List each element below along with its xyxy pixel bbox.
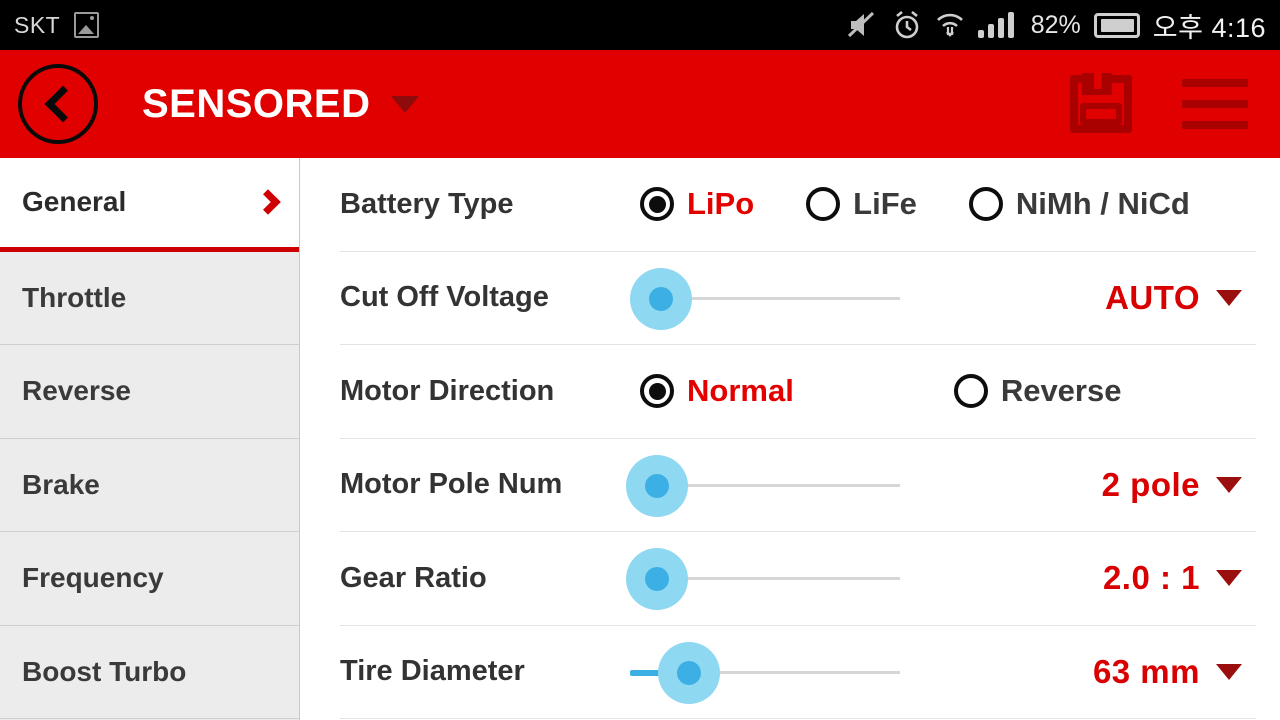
wifi-icon: [935, 11, 965, 39]
gear-ratio-value[interactable]: 2.0 : 1: [1103, 559, 1256, 597]
app-bar-actions: [1070, 73, 1262, 133]
slider-thumb[interactable]: [677, 660, 701, 685]
motor-pole-num-value[interactable]: 2 pole: [1102, 466, 1256, 504]
status-bar-left: SKT: [14, 11, 100, 39]
tire-diameter-value[interactable]: 63 mm: [1093, 653, 1256, 691]
cellular-signal-icon: [977, 11, 1018, 39]
radio-option-normal[interactable]: Normal: [640, 373, 794, 409]
menu-line-1: [1182, 79, 1248, 87]
chevron-down-icon[interactable]: [1216, 663, 1242, 680]
battery-percent-label: 82%: [1030, 10, 1081, 39]
setting-row-tire-diameter: Tire Diameter 63 mm: [340, 626, 1256, 719]
back-arrow-icon[interactable]: [18, 64, 98, 144]
radio-option-nimh-nicd[interactable]: NiMh / NiCd: [968, 186, 1190, 222]
value-label: 63 mm: [1092, 652, 1200, 690]
sidebar-item-label: Boost Turbo: [22, 655, 187, 687]
sidebar-item-label: Reverse: [22, 375, 131, 407]
setting-label: Motor Direction: [340, 374, 555, 407]
save-icon-label: [1080, 103, 1122, 125]
menu-line-2: [1182, 100, 1248, 108]
hamburger-menu-icon[interactable]: [1182, 79, 1248, 129]
slider-track: [660, 483, 900, 487]
chevron-down-icon[interactable]: [1216, 289, 1242, 306]
mute-icon: [847, 11, 879, 39]
chevron-down-icon[interactable]: [1216, 476, 1242, 493]
sidebar-item-label: Brake: [22, 468, 100, 500]
radio-icon[interactable]: [640, 374, 674, 409]
chevron-down-icon[interactable]: [390, 95, 419, 113]
tire-diameter-slider[interactable]: [630, 641, 900, 704]
gear-ratio-slider[interactable]: [626, 548, 900, 611]
settings-panel: Battery Type LiPo LiFe NiMh / NiCd Cut O…: [300, 158, 1280, 720]
setting-row-battery-type: Battery Type LiPo LiFe NiMh / NiCd: [340, 158, 1256, 252]
status-bar-right: 82% 오후 4:16: [847, 6, 1266, 45]
battery-type-radio-group: LiPo LiFe NiMh / NiCd: [640, 186, 1190, 222]
menu-line-3: [1182, 121, 1248, 129]
setting-label: Battery Type: [340, 187, 514, 220]
image-icon: [74, 12, 100, 38]
radio-option-label: Normal: [687, 373, 794, 409]
slider-track: [660, 577, 900, 581]
value-label: 2 pole: [1101, 465, 1200, 503]
slider-thumb[interactable]: [649, 286, 673, 311]
sidebar-item-label: General: [22, 186, 127, 218]
cut-off-voltage-value[interactable]: AUTO: [1105, 279, 1256, 317]
save-icon-notch: [1094, 73, 1101, 89]
slider-track: [660, 296, 900, 300]
setting-row-cut-off-voltage: Cut Off Voltage AUTO: [340, 252, 1256, 345]
sidebar: General Throttle Reverse Brake Frequency…: [0, 158, 300, 720]
sidebar-item-frequency[interactable]: Frequency: [0, 532, 299, 626]
sidebar-item-throttle[interactable]: Throttle: [0, 251, 299, 345]
radio-icon[interactable]: [640, 187, 674, 222]
value-label: AUTO: [1105, 278, 1200, 316]
setting-label: Cut Off Voltage: [340, 281, 549, 314]
slider-thumb[interactable]: [645, 473, 669, 498]
page-title: SENSORED: [142, 81, 371, 126]
radio-icon[interactable]: [806, 187, 841, 222]
radio-option-label: LiFe: [853, 186, 917, 222]
status-bar: SKT 82% 오후 4:16: [0, 0, 1280, 50]
back-chevron-glyph: [44, 85, 81, 123]
battery-icon: [1093, 12, 1140, 38]
motor-pole-num-slider[interactable]: [626, 454, 900, 517]
radio-option-label: NiMh / NiCd: [1015, 186, 1190, 222]
setting-row-motor-pole-num: Motor Pole Num 2 pole: [340, 439, 1256, 532]
sidebar-item-boost-turbo[interactable]: Boost Turbo: [0, 625, 299, 719]
chevron-down-icon[interactable]: [1216, 570, 1242, 587]
setting-row-gear-ratio: Gear Ratio 2.0 : 1: [340, 532, 1256, 626]
radio-option-lipo[interactable]: LiPo: [640, 186, 754, 222]
radio-icon[interactable]: [953, 374, 988, 409]
content-area: General Throttle Reverse Brake Frequency…: [0, 158, 1280, 720]
radio-option-label: Reverse: [1000, 373, 1122, 409]
app-bar: SENSORED: [0, 50, 1280, 158]
radio-option-life[interactable]: LiFe: [806, 186, 917, 222]
save-floppy-icon[interactable]: [1070, 73, 1132, 133]
setting-row-motor-direction: Motor Direction Normal Reverse: [340, 345, 1256, 439]
motor-direction-radio-group: Normal Reverse: [640, 373, 1121, 409]
sidebar-item-general[interactable]: General: [0, 158, 299, 252]
radio-icon[interactable]: [968, 187, 1003, 222]
clock-label: 오후 4:16: [1152, 12, 1266, 43]
value-label: 2.0 : 1: [1102, 559, 1200, 597]
radio-option-reverse[interactable]: Reverse: [953, 373, 1122, 409]
setting-label: Tire Diameter: [340, 655, 525, 688]
setting-label: Gear Ratio: [340, 561, 487, 594]
sidebar-item-brake[interactable]: Brake: [0, 438, 299, 532]
sidebar-item-label: Frequency: [22, 562, 164, 594]
chevron-right-icon: [255, 189, 281, 215]
radio-option-label: LiPo: [687, 186, 755, 222]
sidebar-item-label: Throttle: [22, 281, 127, 313]
cut-off-voltage-slider[interactable]: [630, 267, 900, 330]
sidebar-item-reverse[interactable]: Reverse: [0, 345, 299, 439]
carrier-label: SKT: [14, 11, 61, 38]
alarm-clock-icon: [892, 10, 922, 40]
setting-label: Motor Pole Num: [340, 468, 563, 501]
